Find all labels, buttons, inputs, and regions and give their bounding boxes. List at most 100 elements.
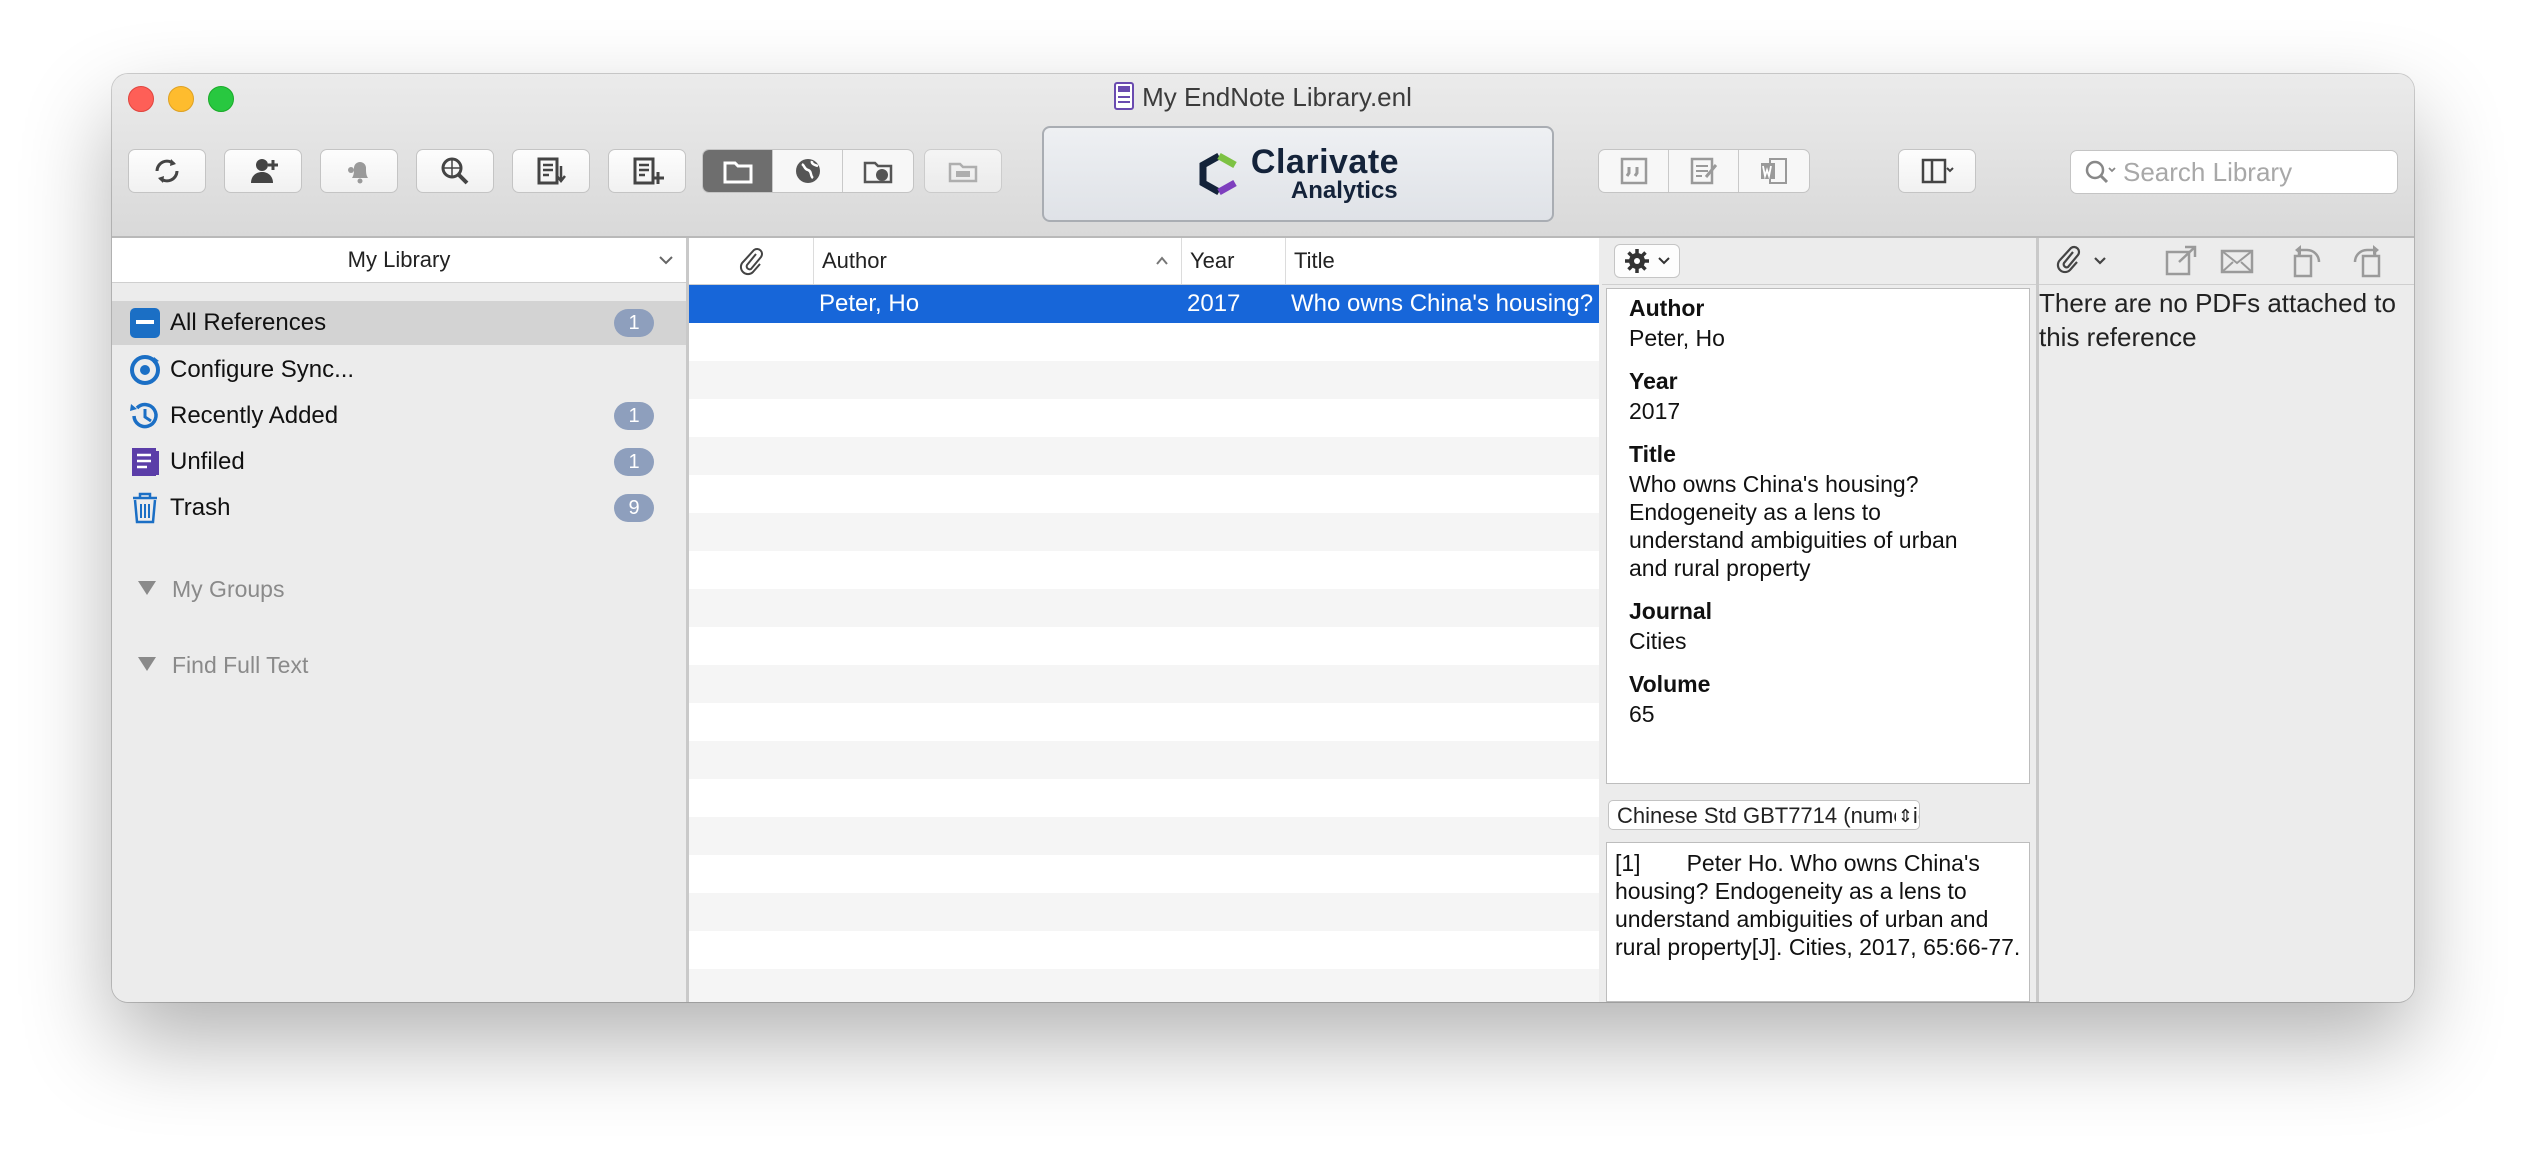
empty-row [689,817,1599,855]
sidebar-item-recently-added[interactable]: Recently Added 1 [112,394,686,438]
import-button[interactable] [512,149,590,193]
sidebar-item-unfiled[interactable]: Unfiled 1 [112,440,686,484]
library-selector-label: My Library [347,247,451,272]
empty-row [689,589,1599,627]
attach-file-icon[interactable] [2053,244,2115,278]
author-column-header[interactable]: Author [813,238,1181,284]
sidebar-item-trash[interactable]: Trash 9 [112,486,686,530]
paperclip-icon [739,248,763,276]
sidebar-item-label: Configure Sync... [170,356,355,383]
author-column-label: Author [822,248,887,273]
sync-button[interactable] [128,149,206,193]
field-value-year[interactable]: 2017 [1629,397,2029,425]
search-field[interactable]: Search Library [2070,150,2398,194]
field-value-journal[interactable]: Cities [1629,627,2029,655]
disclosure-triangle-icon[interactable] [138,657,156,671]
sidebar-item-label: Recently Added [170,402,339,429]
field-value-volume[interactable]: 65 [1629,700,2029,728]
empty-row [689,893,1599,931]
title-column-header[interactable]: Title [1285,238,1599,284]
field-name-journal: Journal [1629,598,1713,624]
field-value-title[interactable]: Who owns China's housing? Endogeneity as… [1629,470,1999,582]
search-icon [2085,160,2116,184]
window-title-bar: My EndNote Library.enl [112,82,2414,117]
sync-icon [155,159,179,183]
row-author: Peter, Ho [819,290,920,317]
gear-icon [1625,249,1649,273]
group-section-label: My Groups [172,576,285,602]
import-icon [537,157,566,185]
open-external-icon[interactable] [2163,244,2199,278]
field-value-author[interactable]: Peter, Ho [1629,324,2029,352]
word-button[interactable] [1739,150,1809,192]
local-library-mode[interactable] [703,150,773,192]
folder-stack-icon [948,162,978,183]
all-references-icon [130,308,160,338]
sidebar-item-label: Unfiled [170,448,245,475]
layout-icon [1921,158,1954,184]
clarivate-mark-icon [1199,152,1237,196]
folder-icon [723,161,752,184]
library-sidebar: My Library All References 1 Configure Sy… [112,238,689,1002]
layout-button[interactable] [1898,149,1976,193]
field-name-title: Title [1629,441,1676,467]
empty-row [689,741,1599,779]
row-title: Who owns China's housing? [1291,290,1594,317]
table-row[interactable]: Peter, Ho 2017 Who owns China's housing? [689,285,1599,323]
reference-actions-button[interactable] [1614,244,1680,278]
empty-row [689,399,1599,437]
groups-button[interactable] [924,149,1002,193]
word-icon [1761,158,1787,184]
output-style-select[interactable]: Chinese Std GBT7714 (numeric) ⇕ [1608,800,1920,830]
disclosure-triangle-icon[interactable] [138,581,156,595]
notifications-button[interactable] [320,149,398,193]
add-user-button[interactable] [224,149,302,193]
group-section-find-full-text[interactable]: Find Full Text [138,652,308,679]
group-section-my-groups[interactable]: My Groups [138,576,284,603]
year-column-header[interactable]: Year [1181,238,1285,284]
sync-circle-icon [130,355,160,385]
sidebar-item-label: All References [170,309,327,336]
edit-document-icon [1690,157,1717,185]
search-online-icon [441,157,469,185]
folder-globe-icon [863,161,893,184]
sidebar-item-configure-sync[interactable]: Configure Sync... [112,348,686,392]
empty-row [689,627,1599,665]
reference-panel-toolbar [1602,238,2036,285]
integrated-mode[interactable] [843,150,913,192]
count-badge: 1 [614,402,654,430]
pdf-panel: There are no PDFs attached to this refer… [2039,238,2414,1002]
year-column-label: Year [1190,248,1235,273]
online-search-button[interactable] [416,149,494,193]
library-mode-segmented [702,149,914,193]
empty-row [689,931,1599,969]
empty-row [689,665,1599,703]
reference-fields[interactable]: Author Peter, Ho Year 2017 Title Who own… [1606,288,2030,784]
document-icon [1114,82,1135,117]
edit-citation-button[interactable] [1669,150,1739,192]
quote-icon [1620,157,1647,185]
clock-icon [130,402,158,429]
attachment-column-header[interactable] [689,238,813,284]
email-icon[interactable] [2219,244,2255,278]
reference-list: Author Year Title Peter, Ho 2017 Who own… [689,238,1599,1002]
library-selector[interactable]: My Library [112,238,686,283]
sidebar-item-all-references[interactable]: All References 1 [112,301,686,345]
empty-row [689,855,1599,893]
bell-user-icon [348,162,368,184]
new-reference-button[interactable] [608,149,686,193]
add-user-icon [251,159,278,183]
empty-row [689,323,1599,361]
field-name-year: Year [1629,368,1678,394]
empty-row [689,551,1599,589]
rotate-right-icon[interactable] [2347,244,2383,278]
logo-text-secondary: Analytics [1290,177,1398,204]
count-badge: 9 [614,494,654,522]
online-mode[interactable] [773,150,843,192]
sidebar-item-label: Trash [170,494,231,521]
column-header-row: Author Year Title [689,238,1599,285]
chevron-down-icon [659,256,673,265]
rotate-left-icon[interactable] [2291,244,2327,278]
insert-citation-button[interactable] [1599,150,1669,192]
new-reference-icon [633,157,664,185]
